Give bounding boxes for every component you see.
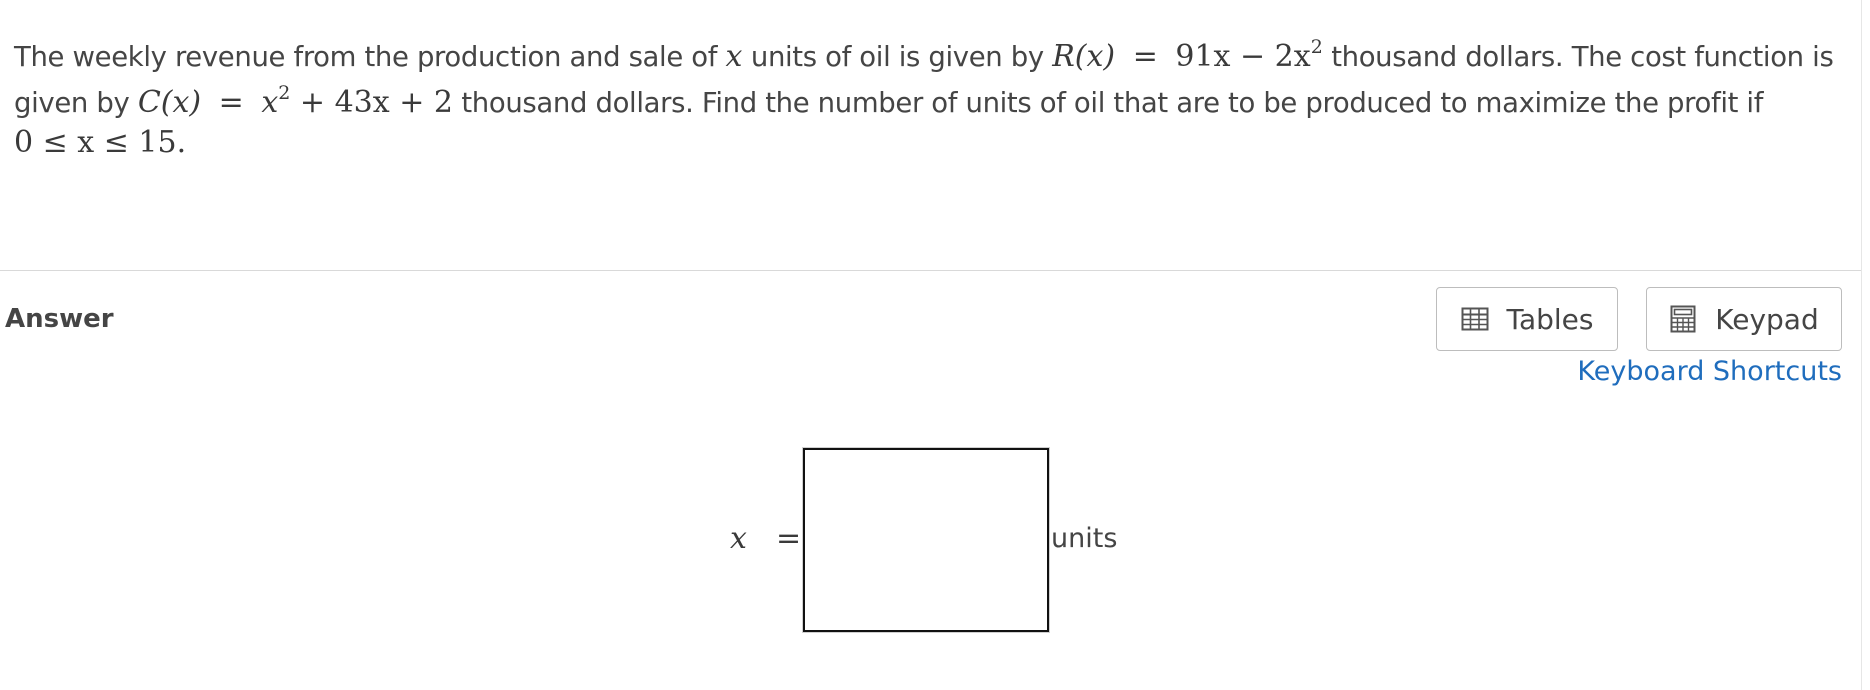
question-line-2: given by C(x) = x2 + 43x + 2 thousand do… [14, 80, 1854, 126]
revenue-function: R(x) = 91x − 2x2 [1052, 36, 1323, 75]
domain-constraint: 0 ≤ x ≤ 15. [14, 125, 187, 160]
equals-sign: = [776, 521, 802, 556]
table-grid-icon [1461, 305, 1489, 333]
answer-variable-label: x = [730, 521, 801, 556]
question-text-segment: units of oil is given by [750, 41, 1044, 73]
question-text-segment: thousand dollars. The cost function is [1331, 41, 1834, 73]
calculator-icon [1669, 305, 1697, 333]
section-divider [0, 270, 1862, 271]
panel-border [1861, 0, 1862, 690]
question-text-segment: The weekly revenue from the production a… [14, 41, 718, 73]
cost-function: C(x) = x2 + 43x + 2 [137, 82, 453, 121]
answer-variable: x [730, 521, 747, 556]
math-variable-x: x [725, 39, 743, 74]
question-line-3: 0 ≤ x ≤ 15. [14, 126, 1854, 160]
tables-button-label: Tables [1506, 302, 1594, 336]
question-text: The weekly revenue from the production a… [14, 34, 1854, 160]
answer-heading: Answer [5, 304, 114, 334]
keypad-button[interactable]: Keypad [1646, 287, 1842, 351]
units-label: units [1051, 523, 1118, 554]
question-text-segment: thousand dollars. Find the number of uni… [461, 87, 1764, 119]
keypad-button-label: Keypad [1715, 302, 1819, 336]
question-line-1: The weekly revenue from the production a… [14, 34, 1854, 80]
question-text-segment: given by [14, 87, 130, 119]
keyboard-shortcuts-link[interactable]: Keyboard Shortcuts [1577, 356, 1842, 387]
answer-input[interactable] [803, 448, 1049, 632]
tables-button[interactable]: Tables [1436, 287, 1618, 351]
